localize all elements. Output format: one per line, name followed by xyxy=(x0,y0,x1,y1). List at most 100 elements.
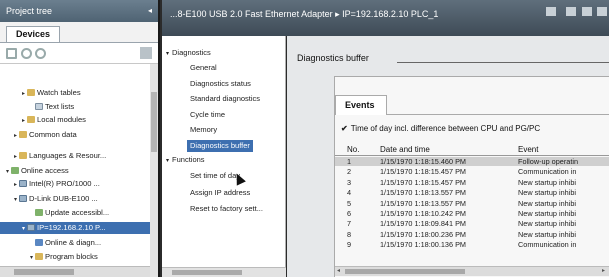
tree-item-label: Online access xyxy=(21,166,69,175)
tree-item[interactable]: Update accessibl... xyxy=(0,207,150,219)
tree-item-label: D-Link DUB-E100 ... xyxy=(29,194,98,203)
folder-icon xyxy=(27,89,35,96)
minimize-icon[interactable] xyxy=(566,7,576,16)
scroll-thumb[interactable] xyxy=(14,269,74,275)
cell-date-time: 1/15/1970 1:18:10.242 PM xyxy=(380,209,467,218)
cell-no: 3 xyxy=(347,177,352,187)
folder-icon xyxy=(19,152,27,159)
cell-event: New startup inhibi xyxy=(518,188,576,198)
item-icon xyxy=(11,167,19,174)
restore-icon[interactable] xyxy=(546,7,556,16)
scroll-right-icon[interactable]: ▸ xyxy=(602,267,605,276)
nav-item-cycle-time[interactable]: Cycle time xyxy=(190,109,225,121)
go-online-icon[interactable] xyxy=(21,48,32,59)
tree-item-label: Common data xyxy=(29,130,77,139)
tab-events[interactable]: Events xyxy=(335,95,387,115)
time-of-day-checkbox[interactable]: ✔ Time of day incl. difference between CP… xyxy=(341,124,540,133)
collapse-arrow-icon[interactable]: ▾ xyxy=(12,194,19,206)
tree-item[interactable]: Text lists xyxy=(0,101,150,113)
tree-item[interactable]: ▸ Common data xyxy=(0,129,150,141)
table-row[interactable]: 9 1/15/1970 1:18:00.136 PM Communication i… xyxy=(335,240,609,249)
scroll-thumb[interactable] xyxy=(172,270,242,275)
cell-no: 8 xyxy=(347,229,352,239)
expand-arrow-icon[interactable]: ▸ xyxy=(12,179,19,191)
table-row[interactable]: 8 1/15/1970 1:18:00.236 PM New startup inh… xyxy=(335,230,609,239)
table-row[interactable]: 6 1/15/1970 1:18:10.242 PM New startup inh… xyxy=(335,209,609,218)
table-row[interactable]: 2 1/15/1970 1:18:15.457 PM Communication i… xyxy=(335,167,609,176)
nav-item-memory[interactable]: Memory xyxy=(190,124,217,136)
expand-arrow-icon[interactable]: ▸ xyxy=(20,88,27,100)
events-horizontal-scrollbar[interactable]: ◂ ▸ xyxy=(335,266,609,276)
tree-item-label: Languages & Resour... xyxy=(29,151,107,160)
project-tree: ▸ Watch tables Text lists ▸ Local modules ▸ Co… xyxy=(0,64,150,266)
expand-arrow-icon[interactable]: ▾ xyxy=(166,158,169,164)
nav-section-label: Diagnostics xyxy=(172,48,211,57)
checkmark-icon[interactable]: ✔ xyxy=(341,124,348,133)
cell-event: New startup inhibi xyxy=(518,219,576,229)
close-icon[interactable] xyxy=(597,7,607,16)
expand-arrow-icon[interactable]: ▸ xyxy=(20,115,27,127)
tree-item[interactable]: Online & diagn... xyxy=(0,237,150,249)
table-row[interactable]: 5 1/15/1970 1:18:13.557 PM New startup inh… xyxy=(335,199,609,208)
nav-section-diagnostics[interactable]: ▾ Diagnostics xyxy=(166,47,211,59)
collapse-arrow-icon[interactable]: ▾ xyxy=(4,166,11,178)
tree-item[interactable]: ▸ Watch tables xyxy=(0,87,150,99)
table-row[interactable]: 7 1/15/1970 1:18:09.841 PM New startup inh… xyxy=(335,219,609,228)
go-offline-icon[interactable] xyxy=(35,48,46,59)
cell-event: Communication in xyxy=(518,240,577,250)
nav-horizontal-scrollbar[interactable] xyxy=(162,267,286,277)
header-divider xyxy=(335,155,609,156)
tree-item[interactable]: ▸ Intel(R) PRO/1000 ... xyxy=(0,178,150,190)
device-icon xyxy=(27,224,35,231)
tab-devices[interactable]: Devices xyxy=(6,26,61,42)
nav-item-standard-diagnostics[interactable]: Standard diagnostics xyxy=(190,93,260,105)
tree-horizontal-scrollbar[interactable] xyxy=(0,266,150,277)
tree-item[interactable]: ▾ IP=192.168.2.10 P... xyxy=(0,222,150,234)
maximize-icon[interactable] xyxy=(582,7,592,16)
table-row[interactable]: 4 1/15/1970 1:18:13.557 PM New startup inh… xyxy=(335,188,609,197)
column-header-no[interactable]: No. xyxy=(347,145,359,155)
nav-item-assign-ip-address[interactable]: Assign IP address xyxy=(190,187,250,199)
nav-item-reset-to-factory-sett-[interactable]: Reset to factory sett... xyxy=(190,203,263,215)
expand-arrow-icon[interactable]: ▸ xyxy=(12,151,19,163)
device-icon xyxy=(19,195,27,202)
editor-title-bar: ...8-E100 USB 2.0 Fast Ethernet Adapter … xyxy=(162,0,609,36)
tree-item-label: Intel(R) PRO/1000 ... xyxy=(29,179,100,188)
tree-item-label: IP=192.168.2.10 P... xyxy=(37,223,106,232)
scroll-thumb[interactable] xyxy=(151,92,157,152)
tree-vertical-scrollbar[interactable] xyxy=(150,64,158,277)
tree-item-label: Text lists xyxy=(45,102,75,111)
tree-item[interactable]: ▸ Local modules xyxy=(0,114,150,126)
scroll-thumb[interactable] xyxy=(345,269,465,274)
cell-no: 4 xyxy=(347,188,352,198)
expand-arrow-icon[interactable]: ▸ xyxy=(12,130,19,142)
nav-item-general[interactable]: General xyxy=(190,62,217,74)
cell-event: Communication in xyxy=(518,167,577,177)
tree-view-icon[interactable] xyxy=(6,48,17,59)
table-row[interactable]: 1 1/15/1970 1:18:15.460 PM Follow-up opera… xyxy=(335,157,609,166)
nav-section-functions[interactable]: ▾ Functions xyxy=(166,154,205,166)
collapse-arrow-icon[interactable]: ▾ xyxy=(28,252,35,264)
window-title: ...8-E100 USB 2.0 Fast Ethernet Adapter … xyxy=(170,9,439,19)
tree-item-label: Watch tables xyxy=(37,88,81,97)
nav-item-diagnostics-status[interactable]: Diagnostics status xyxy=(190,78,251,90)
tab-divider xyxy=(387,114,609,115)
collapse-panel-icon[interactable]: ◂ xyxy=(148,0,152,22)
cell-event: New startup inhibi xyxy=(518,198,576,208)
scroll-left-icon[interactable]: ◂ xyxy=(337,267,340,276)
tree-item[interactable]: ▸ Languages & Resour... xyxy=(0,150,150,162)
online-diagnostics-nav: ▾ Diagnostics ▾ Functions General Diagnosti… xyxy=(162,36,286,277)
column-header-date-time[interactable]: Date and time xyxy=(380,145,430,155)
tree-item[interactable]: ▾ D-Link DUB-E100 ... xyxy=(0,193,150,205)
collapse-arrow-icon[interactable]: ▾ xyxy=(20,223,27,235)
tree-item[interactable]: ▾ Program blocks xyxy=(0,251,150,263)
table-view-icon[interactable] xyxy=(140,47,152,59)
table-row[interactable]: 3 1/15/1970 1:18:15.457 PM New startup inh… xyxy=(335,178,609,187)
project-tree-panel: Project tree ◂ Devices ▸ Watch tables Text… xyxy=(0,0,160,277)
cell-no: 5 xyxy=(347,198,352,208)
column-header-event[interactable]: Event xyxy=(518,145,538,155)
expand-arrow-icon[interactable]: ▾ xyxy=(166,51,169,57)
nav-item-diagnostics-buffer[interactable]: Diagnostics buffer xyxy=(187,139,253,152)
tree-item[interactable]: ▾ Online access xyxy=(0,165,150,177)
cell-date-time: 1/15/1970 1:18:13.557 PM xyxy=(380,198,467,208)
